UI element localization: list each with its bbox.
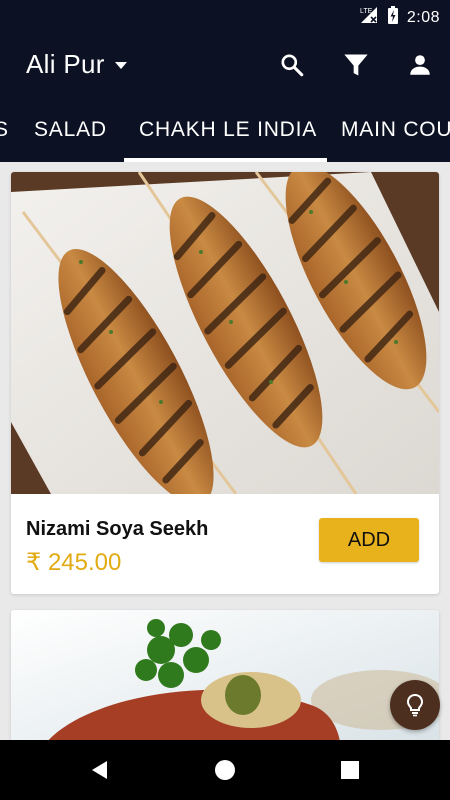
back-icon [92,761,107,779]
location-selector[interactable]: Ali Pur [26,49,127,80]
tab-salad[interactable]: SALAD [34,102,107,162]
filter-button[interactable] [341,50,371,80]
home-button[interactable] [213,758,237,782]
item-name: Nizami Soya Seekh [26,518,209,540]
back-button[interactable] [88,758,112,782]
status-time: 2:08 [406,8,440,26]
dish-image [11,610,439,750]
search-button[interactable] [277,50,307,80]
search-icon [281,54,304,77]
lte-signal-icon: LTE [359,5,379,30]
active-tab-indicator [124,158,327,162]
add-button[interactable]: ADD [319,518,419,562]
tab-chakh-le-india[interactable]: CHAKH LE INDIA [139,102,317,162]
seekh-kebab-image [11,172,439,494]
help-fab[interactable] [390,680,440,730]
tab-previous[interactable]: S [0,102,9,162]
tab-main-course[interactable]: MAIN COU [341,102,450,162]
chevron-down-icon [114,62,127,69]
filter-icon [344,54,368,76]
lightbulb-icon [406,693,424,717]
app-bar: Ali Pur [0,30,450,102]
home-icon [215,760,235,780]
account-icon [410,55,430,75]
system-nav-bar [0,740,450,800]
battery-charging-icon [387,5,399,30]
item-price: ₹ 245.00 [26,549,122,576]
category-tabs: S SALAD CHAKH LE INDIA MAIN COU [0,102,450,162]
menu-item-card[interactable] [11,610,439,750]
location-label: Ali Pur [26,49,105,79]
recents-icon [341,761,359,779]
account-button[interactable] [405,50,435,80]
recents-button[interactable] [338,758,362,782]
menu-item-card[interactable]: Nizami Soya Seekh ₹ 245.00 ADD [11,172,439,594]
status-icons: LTE 2:08 [359,5,440,30]
status-bar: LTE 2:08 [0,0,450,30]
